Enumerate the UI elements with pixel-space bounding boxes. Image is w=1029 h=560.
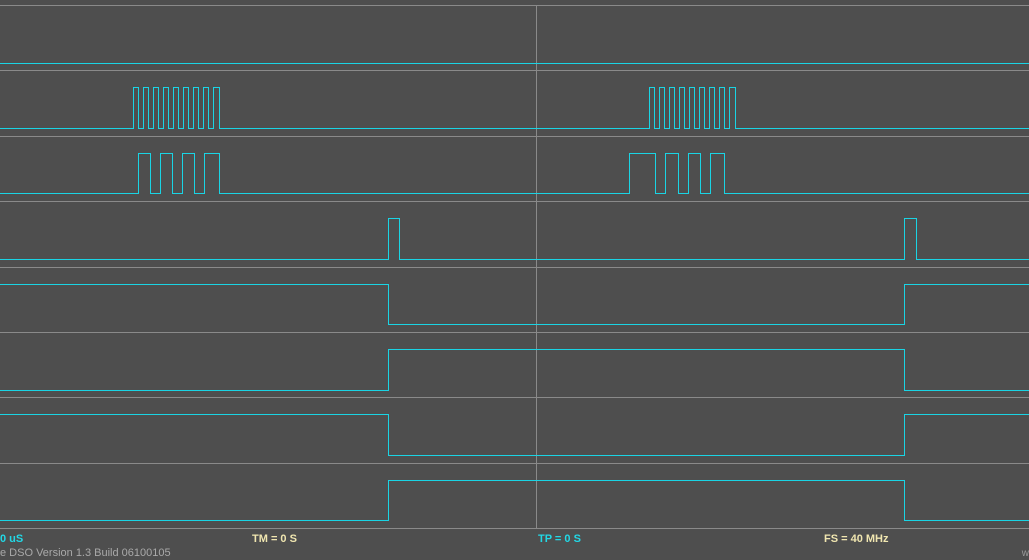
channel-trace-2 [0, 86, 1029, 130]
corner-label: w [1021, 548, 1029, 559]
channel-trace-8 [0, 479, 1029, 522]
logic-analyzer-display: 0 uS TM = 0 S TP = 0 S FS = 40 MHz e DSO… [0, 0, 1029, 560]
tp-readout: TP = 0 S [538, 533, 581, 545]
channel-trace-4 [0, 217, 1029, 261]
time-offset-readout: 0 uS [0, 533, 24, 545]
version-label: e DSO Version 1.3 Build 06100105 [0, 547, 171, 559]
channel-trace-6 [0, 348, 1029, 392]
tm-readout: TM = 0 S [252, 533, 297, 545]
channel-trace-3 [0, 152, 1029, 195]
channel-trace-5 [0, 283, 1029, 326]
channel-trace-7 [0, 413, 1029, 457]
waveform-plot[interactable] [0, 0, 1029, 530]
sample-rate-readout: FS = 40 MHz [824, 533, 889, 545]
